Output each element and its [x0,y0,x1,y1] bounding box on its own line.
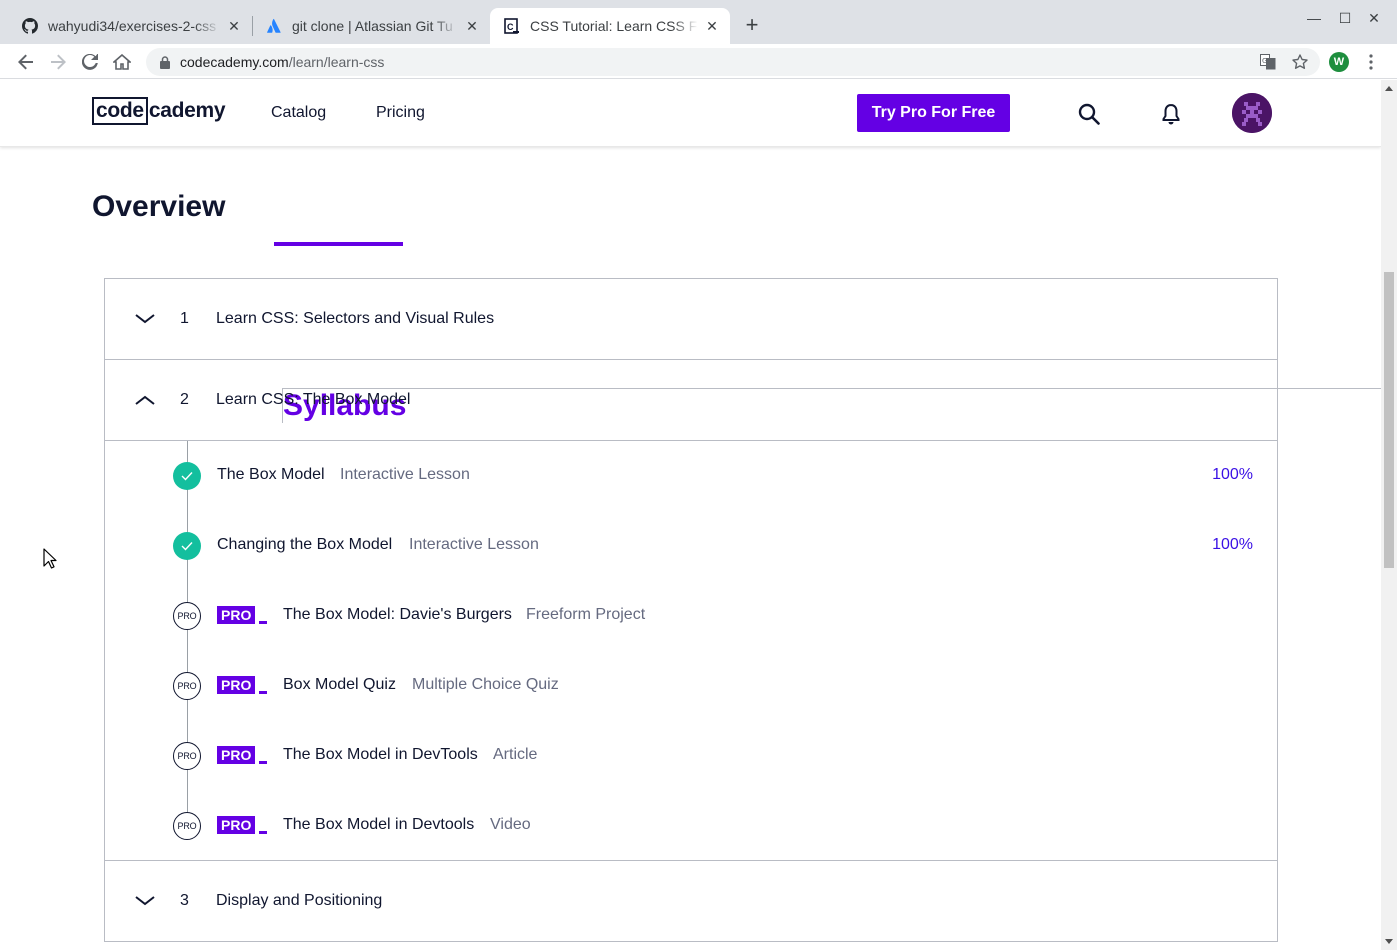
pro-lock-icon: PRO [173,602,201,630]
pro-badge: PRO [217,746,268,764]
close-tab-icon[interactable]: ✕ [464,18,480,34]
home-icon[interactable] [110,50,134,74]
codecademy-icon: C [504,18,520,34]
module-title: Learn CSS: Selectors and Visual Rules [216,310,495,327]
lesson-type: Article [493,746,538,763]
pro-lock-icon: PRO [173,672,201,700]
translate-icon[interactable]: G [1260,54,1276,73]
lesson-item[interactable]: PRO PRO Box Model Quiz Multiple Choice Q… [105,666,1277,706]
lesson-name: The Box Model [217,466,325,483]
pro-badge: PRO [217,816,268,834]
pro-badge: PRO [217,606,268,624]
lesson-item[interactable]: PRO PRO The Box Model in Devtools Video [105,806,1277,846]
lesson-item[interactable]: Changing the Box Model Interactive Lesso… [105,526,1277,566]
lesson-type: Video [490,816,531,833]
minimize-window-icon[interactable]: — [1304,10,1324,26]
close-tab-icon[interactable]: ✕ [704,18,720,34]
pro-lock-icon: PRO [173,742,201,770]
address-bar[interactable]: codecademy.com/learn/learn-css G [146,48,1320,76]
github-icon [22,18,38,34]
browser-tab-github[interactable]: wahyudi34/exercises-2-css ✕ [8,8,252,44]
close-tab-icon[interactable]: ✕ [226,18,242,34]
lesson-item[interactable]: The Box Model Interactive Lesson 100% [105,456,1277,496]
browser-tab-strip: wahyudi34/exercises-2-css ✕ git clone | … [0,0,1397,44]
user-avatar[interactable] [1232,93,1272,133]
close-window-icon[interactable]: ✕ [1364,10,1384,27]
svg-text:G: G [1262,57,1267,65]
tab-title: git clone | Atlassian Git Tu [292,18,453,34]
lesson-type: Interactive Lesson [409,536,539,553]
profile-avatar[interactable]: W [1329,52,1349,72]
active-tab-indicator [274,242,403,246]
new-tab-button[interactable]: + [740,14,764,38]
svg-text:C: C [507,22,514,32]
scroll-up-arrow-icon[interactable] [1385,86,1393,91]
module-number: 2 [180,391,189,408]
module-title: Learn CSS: The Box Model [216,391,411,408]
lesson-name: The Box Model in Devtools [283,816,475,833]
lesson-name: Box Model Quiz [283,676,396,693]
module-row[interactable]: 3 Display and Positioning [105,861,1277,942]
scroll-down-arrow-icon[interactable] [1385,939,1393,944]
browser-tab-codecademy[interactable]: C CSS Tutorial: Learn CSS Fo ✕ [490,8,730,44]
lesson-progress: 100% [1212,466,1253,483]
module-row[interactable]: 1 Learn CSS: Selectors and Visual Rules [105,279,1277,360]
lesson-list: The Box Model Interactive Lesson 100% Ch… [105,441,1277,861]
url-path: /learn/learn-css [288,54,385,70]
tab-title: CSS Tutorial: Learn CSS Fo [530,18,698,34]
browser-menu-icon[interactable] [1362,50,1380,74]
atlassian-icon [266,18,282,34]
url-host: codecademy.com [180,54,289,70]
browser-toolbar: codecademy.com/learn/learn-css G W [0,44,1397,79]
try-pro-button[interactable]: Try Pro For Free [857,94,1010,132]
page-content: code cademy Catalog Pricing Try Pro For F… [0,80,1381,950]
page-scrollbar[interactable] [1381,80,1397,950]
chevron-down-icon[interactable] [135,311,155,327]
module-row[interactable]: 2 Learn CSS: The Box Model [105,360,1277,441]
mouse-pointer-icon [43,548,57,575]
reload-icon[interactable] [78,50,102,74]
syllabus-list: 1 Learn CSS: Selectors and Visual Rules … [104,278,1278,942]
completed-check-icon [173,532,201,560]
browser-tab-atlassian[interactable]: git clone | Atlassian Git Tu ✕ [252,8,490,44]
scrollbar-thumb[interactable] [1384,272,1394,568]
module-number: 1 [180,310,189,327]
lesson-name: The Box Model in DevTools [283,746,478,763]
chevron-down-icon[interactable] [135,893,155,909]
tab-title: wahyudi34/exercises-2-css [48,18,217,34]
lesson-name: The Box Model: Davie's Burgers [283,606,512,623]
site-header: code cademy Catalog Pricing Try Pro For F… [0,80,1381,147]
module-number: 3 [180,892,189,909]
notification-bell-icon[interactable] [1159,102,1183,126]
pro-lock-icon: PRO [173,812,201,840]
completed-check-icon [173,462,201,490]
lesson-type: Freeform Project [526,606,646,623]
lesson-type: Interactive Lesson [340,466,470,483]
nav-pricing-link[interactable]: Pricing [376,104,425,122]
tab-overview[interactable]: Overview [92,190,225,224]
maximize-window-icon[interactable]: ☐ [1335,10,1355,27]
codecademy-logo[interactable]: code cademy [92,97,226,125]
lesson-name: Changing the Box Model [217,536,393,553]
chevron-up-icon[interactable] [135,392,155,408]
forward-icon[interactable] [46,50,70,74]
lesson-item[interactable]: PRO PRO The Box Model in DevTools Articl… [105,736,1277,776]
back-icon[interactable] [14,50,38,74]
pro-badge: PRO [217,676,268,694]
bookmark-star-icon[interactable] [1292,54,1308,73]
lesson-type: Multiple Choice Quiz [412,676,559,693]
nav-catalog-link[interactable]: Catalog [271,104,326,122]
lock-icon[interactable] [158,55,172,69]
search-icon[interactable] [1077,102,1101,126]
lesson-item[interactable]: PRO PRO The Box Model: Davie's Burgers F… [105,596,1277,636]
lesson-progress: 100% [1212,536,1253,553]
module-title: Display and Positioning [216,892,383,909]
